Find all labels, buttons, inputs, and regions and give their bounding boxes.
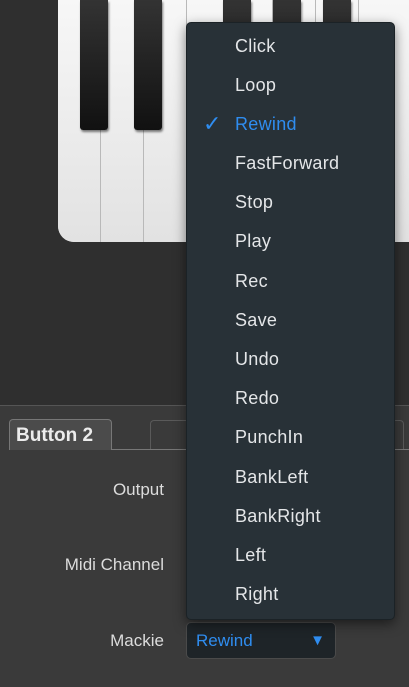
menu-item-label: Stop — [235, 192, 274, 212]
midi-channel-label: Midi Channel — [64, 555, 164, 574]
black-key[interactable] — [134, 0, 162, 130]
menu-item-label: Save — [235, 310, 278, 330]
menu-item-label: Right — [235, 584, 279, 604]
menu-item-label: Click — [235, 36, 276, 56]
menu-item-undo[interactable]: Undo — [187, 340, 394, 378]
menu-item-save[interactable]: Save — [187, 301, 394, 339]
menu-item-stop[interactable]: Stop — [187, 183, 394, 221]
menu-item-rewind[interactable]: ✓ Rewind — [187, 105, 394, 143]
menu-item-label: Undo — [235, 349, 280, 369]
menu-item-label: Rec — [235, 271, 268, 291]
mackie-dropdown-menu: Click Loop ✓ Rewind FastForward Stop Pla… — [186, 22, 395, 620]
mackie-label: Mackie — [110, 631, 164, 650]
menu-item-label: Rewind — [235, 114, 297, 134]
mackie-select[interactable]: Rewind ▼ — [186, 622, 336, 659]
black-key[interactable] — [80, 0, 108, 130]
menu-item-left[interactable]: Left — [187, 536, 394, 574]
menu-item-rec[interactable]: Rec — [187, 262, 394, 300]
menu-item-bankright[interactable]: BankRight — [187, 497, 394, 535]
output-label: Output — [112, 480, 164, 499]
checkmark-icon: ✓ — [203, 111, 222, 136]
menu-item-loop[interactable]: Loop — [187, 66, 394, 104]
menu-item-click[interactable]: Click — [187, 27, 394, 65]
menu-item-play[interactable]: Play — [187, 222, 394, 260]
tab-button-2[interactable]: Button 2 — [9, 419, 112, 450]
menu-item-label: FastForward — [235, 153, 340, 173]
menu-item-label: BankRight — [235, 506, 321, 526]
dropdown-arrow-icon: ▼ — [310, 632, 325, 649]
menu-item-label: PunchIn — [235, 427, 304, 447]
menu-item-label: BankLeft — [235, 467, 309, 487]
menu-item-right[interactable]: Right — [187, 575, 394, 613]
menu-item-redo[interactable]: Redo — [187, 379, 394, 417]
menu-item-label: Redo — [235, 388, 280, 408]
menu-item-bankleft[interactable]: BankLeft — [187, 458, 394, 496]
mackie-select-value: Rewind — [196, 631, 253, 650]
menu-item-label: Loop — [235, 75, 277, 95]
menu-item-label: Left — [235, 545, 267, 565]
menu-item-fastforward[interactable]: FastForward — [187, 144, 394, 182]
menu-item-label: Play — [235, 231, 272, 251]
menu-item-punchin[interactable]: PunchIn — [187, 418, 394, 456]
